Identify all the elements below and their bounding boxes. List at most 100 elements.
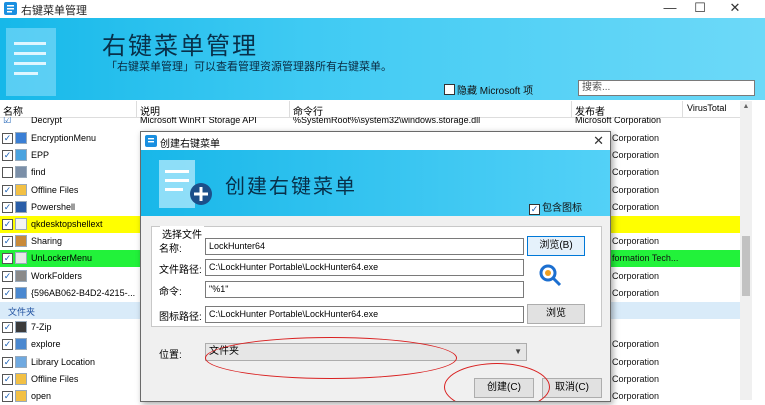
list-scrollbar[interactable]: ▲ [740,101,752,400]
dialog-app-icon [145,135,157,147]
hide-microsoft-label: 隐藏 Microsoft 项 [457,86,534,97]
menu-item-icon [15,390,27,402]
row-name: EPP [31,150,50,161]
menu-item-icon [15,183,27,196]
row-checkbox[interactable]: ✓ [2,356,13,368]
maximize-button[interactable]: ☐ [685,0,715,18]
row-name: WorkFolders [31,270,82,281]
column-publisher[interactable]: 发布者 [575,103,605,118]
row-publisher: formation Tech... [612,253,679,264]
row-name: {596AB062-B4D2-4215-... [31,287,136,298]
icon-browse-button[interactable]: 浏览 [527,304,585,324]
menu-item-icon [15,269,27,282]
row-publisher: Corporation [612,287,660,298]
row-checkbox[interactable]: ✓ [2,184,13,196]
column-divider[interactable] [289,101,290,117]
group-title: 选择文件 [160,226,204,241]
row-checkbox[interactable]: ✓ [2,201,13,213]
menu-item-icon [15,200,27,213]
column-name[interactable]: 名称 [3,103,23,118]
chevron-down-icon: ▼ [514,347,522,356]
menu-item-icon [15,235,27,248]
row-name: Sharing [31,236,63,247]
dialog-close-button[interactable]: ✕ [593,133,604,149]
hide-microsoft-toggle[interactable]: 隐藏 Microsoft 项 [444,82,533,97]
cancel-button[interactable]: 取消(C) [542,378,602,398]
row-name: Decrypt [31,117,63,125]
row-publisher: Corporation [612,133,660,143]
row-name: Offline Files [31,373,79,384]
row-publisher: Corporation [612,184,660,195]
list-column-header: 名称 说明 命令行 发布者 VirusTotal [0,101,740,118]
row-publisher: Corporation [612,373,660,384]
row-name: 文件夹 [8,307,36,317]
row-publisher: Corporation [612,270,660,281]
add-menu-icon [159,160,212,208]
name-label: 名称: [159,244,182,255]
column-command[interactable]: 命令行 [293,103,323,118]
annotation-ellipse-create [444,363,550,401]
dialog-header-title: 创建右键菜单 [225,176,357,198]
menu-document-icon [6,28,56,96]
include-icon-checkbox[interactable]: ✓ [529,204,540,215]
row-name: find [31,167,46,178]
name-input[interactable]: LockHunter64 [205,238,524,255]
hide-microsoft-checkbox[interactable] [444,84,455,95]
menu-item-icon [15,132,27,144]
row-publisher: Corporation [612,201,660,212]
table-row[interactable]: ☑ Decrypt Microsoft WinRT Storage API %S… [0,117,740,127]
menu-item-icon [15,286,27,299]
row-name: Powershell [31,201,76,212]
window-title: 右键菜单管理 [21,5,87,17]
row-name: explore [31,339,61,350]
search-input[interactable]: 搜索... [578,80,755,96]
column-divider[interactable] [571,101,572,117]
menu-item-icon [15,218,27,230]
header-title: 右键菜单管理 [102,33,258,60]
menu-item-icon [15,166,27,179]
row-checkbox[interactable] [2,167,13,179]
column-virustotal[interactable]: VirusTotal [687,103,726,113]
icon-path-input[interactable]: C:\LockHunter Portable\LockHunter64.exe [205,306,524,323]
command-label: 命令: [159,287,182,298]
row-description: Microsoft WinRT Storage API [140,117,257,125]
column-description[interactable]: 说明 [140,103,160,118]
row-name: qkdesktopshellext [31,219,103,229]
row-publisher: Corporation [612,356,660,367]
browse-button[interactable]: 浏览(B) [527,236,585,256]
row-publisher: Corporation [612,339,660,350]
row-checkbox[interactable]: ✓ [2,133,13,144]
dialog-title: 创建右键菜单 [160,139,220,150]
gear-magnifier-icon [539,264,562,287]
menu-item-icon [15,372,27,385]
row-checkbox[interactable]: ✓ [2,373,13,385]
path-input[interactable]: C:\LockHunter Portable\LockHunter64.exe [205,259,524,276]
row-checkbox[interactable]: ✓ [2,270,13,282]
close-button[interactable]: ✕ [720,0,750,18]
menu-item-icon [15,149,27,162]
row-publisher: Corporation [612,236,660,247]
include-icon-toggle[interactable]: ✓ 包含图标 [529,199,582,215]
row-checkbox[interactable]: ✓ [2,322,13,334]
row-checkbox[interactable]: ✓ [2,339,13,351]
row-name: EncryptionMenu [31,133,97,143]
row-checkbox[interactable]: ✓ [2,150,13,162]
column-divider[interactable] [136,101,137,117]
scrollbar-thumb[interactable] [742,236,750,296]
command-input[interactable]: "%1" [205,281,524,298]
row-name: 7-Zip [31,322,52,333]
header-subtitle: 「右键菜单管理」可以查看管理资源管理器所有右键菜单。 [106,61,392,73]
row-checkbox[interactable]: ✓ [2,219,13,230]
row-checkbox[interactable]: ✓ [2,236,13,248]
annotation-ellipse-position [205,337,457,379]
row-checkbox[interactable]: ✓ [2,391,13,402]
position-label: 位置: [159,350,182,361]
column-divider[interactable] [682,101,683,117]
minimize-button[interactable]: — [655,0,685,18]
scroll-up-arrow-icon[interactable]: ▲ [741,103,751,110]
row-checkbox[interactable]: ✓ [2,287,13,299]
row-publisher: Corporation [612,150,660,161]
main-titlebar: 右键菜单管理 — ☐ ✕ [0,0,765,18]
row-checkbox[interactable]: ✓ [2,253,13,265]
menu-item-icon [15,355,27,368]
